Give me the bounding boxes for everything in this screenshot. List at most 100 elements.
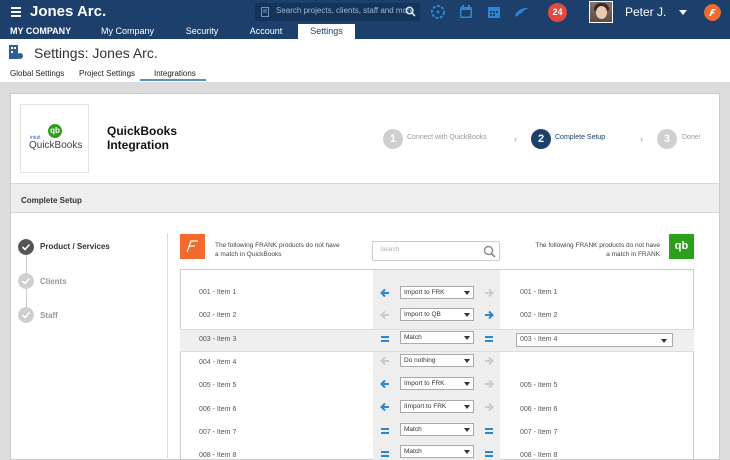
integration-title-line2: Integration [107,138,169,152]
quickbooks-logo-text: QuickBooks [29,140,83,151]
step-2-label: Complete Setup [555,134,606,141]
mapping-search-placeholder: Search [380,247,400,253]
action-select[interactable]: IImport to FRK [400,400,474,413]
top-bar: Jones Arc. Search projects, clients, sta… [0,0,730,24]
table-row-right-cell: 007 - Item 7 [520,429,558,436]
caret-down-icon [464,450,470,454]
arrow-right-icon[interactable] [484,288,494,298]
search-placeholder: Search projects, clients, staff and more [276,6,415,15]
integration-title: QuickBooks Integration [107,124,177,152]
arrow-left-icon[interactable] [380,402,390,412]
action-select[interactable]: Match [400,423,474,436]
table-row-left-cell: 004 - Item 4 [199,359,237,366]
page-title: Settings: Jones Arc. [34,45,158,61]
subtab-global-settings[interactable]: Global Settings [10,69,64,78]
qb-unmatched-note: The following FRANK products do not have… [535,242,660,258]
qb-logo-icon: qb [669,234,694,259]
action-select[interactable]: Import to QB [400,308,474,321]
arrow-left-icon[interactable] [380,310,390,320]
action-select[interactable]: Import to FRK [400,377,474,390]
quickbooks-logo: qb intuit QuickBooks [20,104,89,173]
divider [167,233,168,460]
action-select-value: Match [404,448,422,455]
arrow-right-icon[interactable] [484,402,494,412]
frank-unmatched-note: The following FRANK products do not have… [215,242,340,258]
tab-settings[interactable]: Settings [298,24,355,39]
notification-badge[interactable]: 24 [548,3,567,22]
check-circle-icon [18,239,34,255]
equals-icon[interactable] [485,336,493,342]
action-select[interactable]: Match [400,331,474,344]
table-row-left-cell: 002 - Item 2 [199,312,237,319]
left-step-products[interactable]: Product / Services [40,242,110,251]
left-step-clients[interactable]: Clients [40,277,67,286]
tab-account[interactable]: Account [240,24,292,39]
frank-wing-icon[interactable] [514,4,530,20]
step-2-number: 2 [531,129,551,149]
caret-down-icon [464,428,470,432]
user-name[interactable]: Peter J. [625,5,666,19]
timer-icon[interactable] [430,4,446,20]
action-select[interactable]: Do nothing [400,354,474,367]
tab-security[interactable]: Security [172,24,232,39]
table-row-right-cell: 008 - Item 8 [520,452,558,459]
arrow-right-icon[interactable] [484,310,494,320]
equals-icon[interactable] [381,451,389,457]
table-row-left-cell: 006 - Item 6 [199,406,237,413]
table-row-left-cell: 007 - Item 7 [199,429,237,436]
action-select-value: Match [404,334,422,341]
qb-match-select[interactable]: 003 - Item 4 [516,333,673,347]
caret-down-icon [464,359,470,363]
document-icon [261,7,269,17]
subtab-integrations[interactable]: Integrations [154,69,196,78]
chevron-right-icon: › [514,134,517,144]
action-select-value: Import to QB [404,311,441,318]
equals-icon[interactable] [485,428,493,434]
action-select[interactable]: Match [400,445,474,458]
calendar-icon[interactable] [458,4,474,20]
caret-down-icon [464,291,470,295]
complete-setup-bar [11,183,719,213]
global-search-input[interactable]: Search projects, clients, staff and more [255,3,420,21]
caret-down-icon [464,382,470,386]
caret-down-icon [661,339,667,343]
table-row-left-cell: 003 - Item 3 [199,336,237,343]
nav-company-label: MY COMPANY [10,26,72,36]
user-avatar[interactable] [589,1,613,23]
arrow-right-icon[interactable] [484,356,494,366]
subtab-project-settings[interactable]: Project Settings [79,69,135,78]
table-row-left-cell: 001 - Item 1 [199,289,237,296]
table-row-right-cell: 001 - Item 1 [520,289,558,296]
table-row-left-cell: 005 - Item 5 [199,382,237,389]
section-title: Complete Setup [21,196,82,205]
action-select-value: Match [404,426,422,433]
action-select[interactable]: Import to FRK [400,286,474,299]
search-icon[interactable] [405,6,416,17]
arrow-left-icon[interactable] [380,288,390,298]
active-subtab-indicator [140,79,206,81]
chevron-down-icon[interactable] [679,10,687,15]
arrow-left-icon[interactable] [380,356,390,366]
caret-down-icon [464,336,470,340]
table-row-left-cell: 008 - Item 8 [199,452,237,459]
equals-icon[interactable] [381,428,389,434]
left-step-staff[interactable]: Staff [40,311,58,320]
step-1-number: 1 [383,129,403,149]
check-circle-icon [18,273,34,289]
tab-my-company[interactable]: My Company [95,24,160,39]
arrow-right-icon[interactable] [484,379,494,389]
equals-icon[interactable] [381,336,389,342]
step-3-label: Done! [682,134,701,141]
equals-icon[interactable] [485,451,493,457]
frank-logo-icon[interactable] [704,4,721,21]
arrow-left-icon[interactable] [380,379,390,389]
table-row-right-cell: 002 - Item 2 [520,312,558,319]
company-name: Jones Arc. [30,3,107,20]
hamburger-menu-icon[interactable] [11,7,21,17]
search-icon[interactable] [483,245,496,258]
main-nav: MY COMPANY My Company Security Account S… [0,24,730,39]
schedule-icon[interactable] [486,4,502,20]
check-circle-icon [18,307,34,323]
mapping-search-input[interactable]: Search [372,241,500,261]
integration-title-line1: QuickBooks [107,124,178,138]
